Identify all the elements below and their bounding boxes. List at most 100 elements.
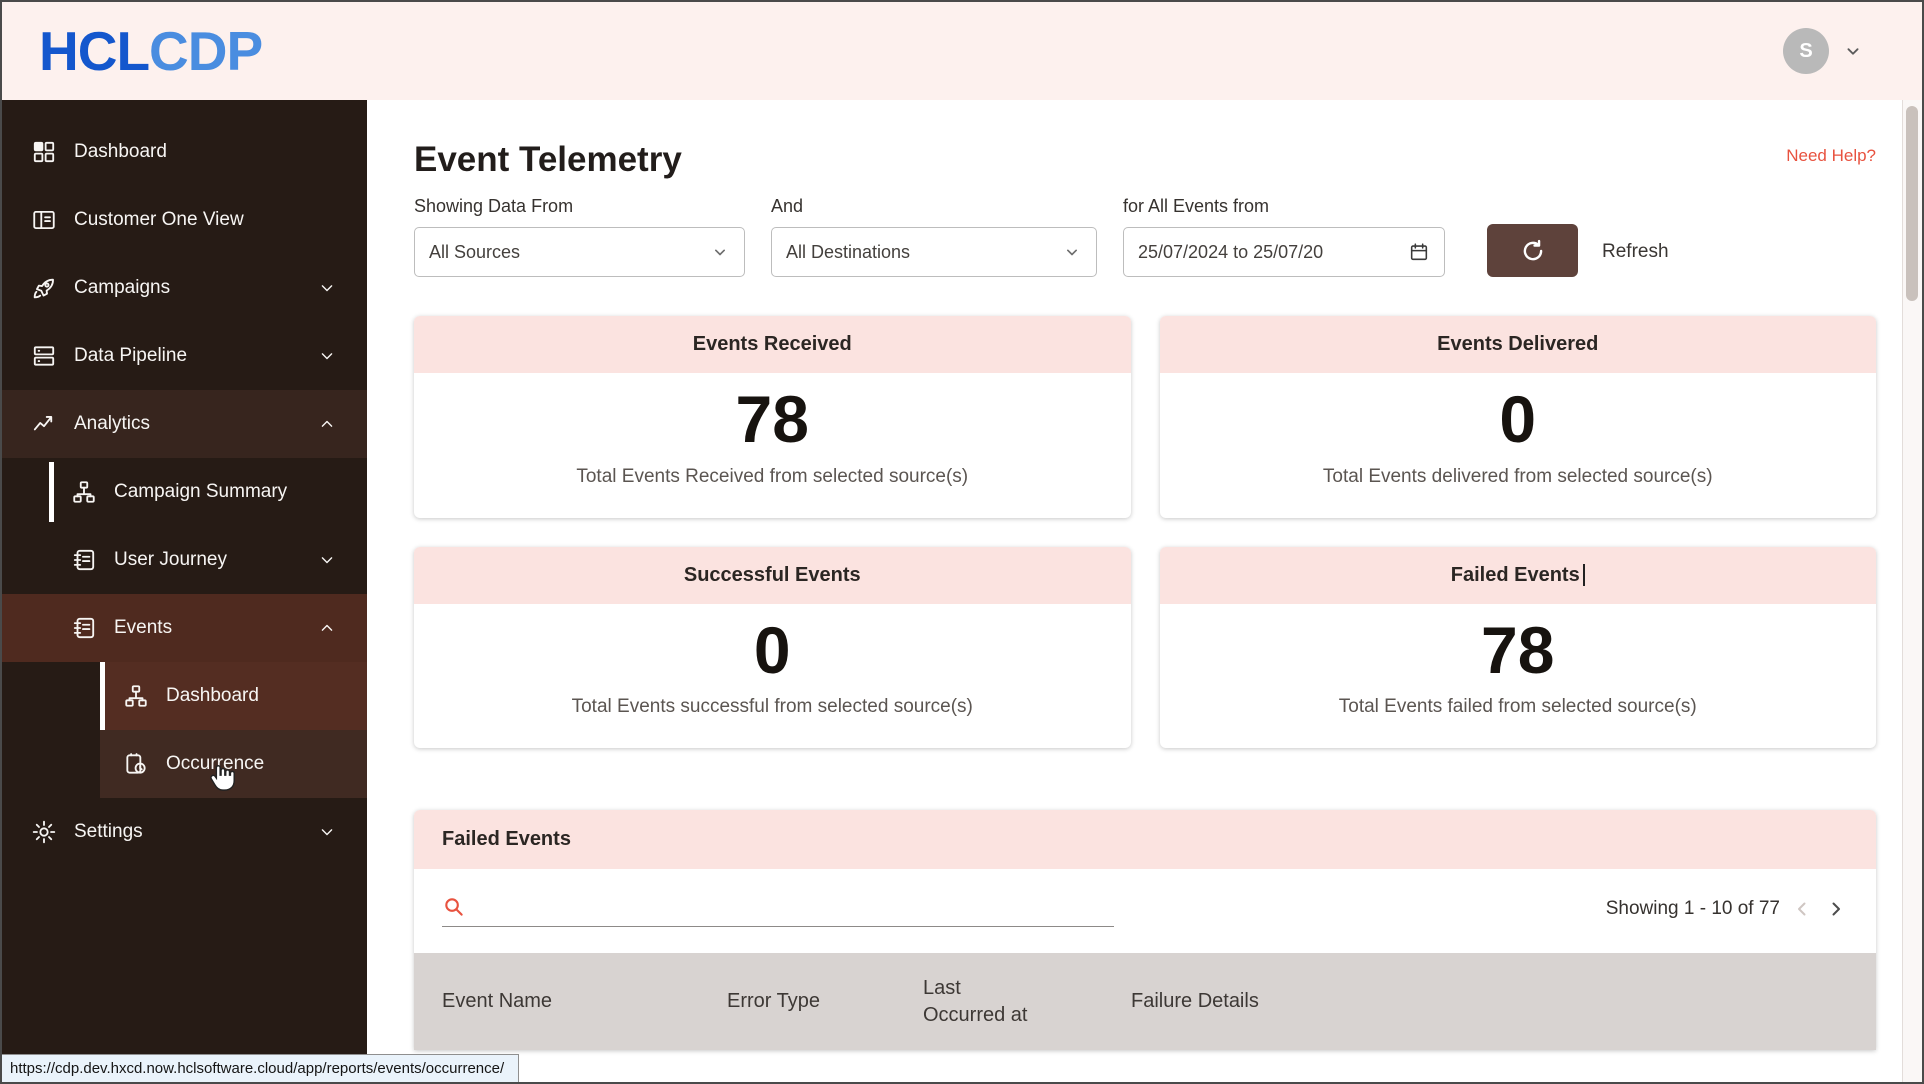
sidebar-item-analytics[interactable]: Analytics [2, 390, 367, 458]
card-value: 0 [1499, 382, 1537, 456]
journal-icon [70, 547, 97, 574]
chevron-down-icon [1067, 249, 1077, 256]
date-filter-group: for All Events from 25/07/2024 to 25/07/… [1123, 196, 1445, 277]
sidebar-item-label: Customer One View [74, 209, 244, 230]
logo-hcl: HCL [39, 19, 150, 82]
text-caret [1582, 564, 1585, 587]
title-row: Event Telemetry Need Help? [414, 140, 1876, 180]
sidebar-item-label: Data Pipeline [74, 345, 188, 366]
card-value: 0 [753, 612, 791, 687]
table-header-row: Event Name Error Type Last Occurred at F… [414, 953, 1876, 1051]
stat-cards: Events Received 78 Total Events Received… [414, 316, 1876, 749]
stat-card-failed-events: Failed Events 78 Total Events failed fro… [1159, 546, 1876, 749]
destination-filter-group: And All Destinations [771, 196, 1097, 277]
sidebar-item-campaigns[interactable]: Campaigns [2, 254, 367, 322]
app-logo: HCL CDP [39, 19, 263, 82]
card-caption: Total Events failed from selected source… [1338, 696, 1697, 718]
pagination: Showing 1 - 10 of 77 [1606, 897, 1848, 927]
sidebar-item-label: Dashboard [166, 685, 259, 706]
card-caption: Total Events Received from selected sour… [576, 465, 969, 487]
header-user-area: S [1783, 28, 1864, 74]
settings-gear-icon [30, 819, 57, 846]
card-title: Successful Events [414, 546, 1131, 604]
sidebar-item-customer-one-view[interactable]: Customer One View [2, 186, 367, 254]
status-bar-url: https://cdp.dev.hxcd.now.hclsoftware.clo… [10, 1060, 505, 1077]
chevron-up-icon [317, 618, 337, 638]
dashboard-grid-icon [30, 139, 57, 166]
calendar-icon [1410, 243, 1428, 261]
and-filter-label: And [771, 196, 804, 216]
column-header-event-name: Event Name [442, 990, 553, 1013]
date-range-input[interactable]: 25/07/2024 to 25/07/20 [1123, 227, 1445, 277]
sidebar-item-label: Events [114, 617, 173, 638]
pagination-prev-icon[interactable] [1790, 897, 1814, 921]
sidebar: Dashboard Customer One View Campaigns Da… [2, 100, 367, 1082]
app-window: HCL CDP S Dashboard Customer One View Ca… [0, 0, 1924, 1084]
sidebar-item-label: Settings [74, 821, 143, 842]
sidebar-item-label: Campaign Summary [114, 481, 288, 502]
sidebar-item-settings[interactable]: Settings [2, 798, 367, 866]
hierarchy-icon [70, 479, 97, 506]
pagination-status: Showing 1 - 10 of 77 [1605, 898, 1780, 920]
card-title: Events Received [414, 316, 1131, 373]
destinations-select-value: All Destinations [786, 241, 911, 262]
need-help-link[interactable]: Need Help? [1786, 146, 1876, 166]
occurrence-clock-icon [122, 751, 149, 778]
analytics-chart-icon [30, 411, 57, 438]
scrollbar-thumb[interactable] [1906, 106, 1918, 301]
sidebar-item-label: Occurrence [166, 753, 265, 774]
pagination-next-icon[interactable] [1824, 897, 1848, 921]
sidebar-item-label: Analytics [74, 413, 151, 434]
sidebar-item-dashboard[interactable]: Dashboard [2, 118, 367, 186]
failed-events-panel-body: Showing 1 - 10 of 77 [414, 869, 1876, 928]
events-from-label: for All Events from [1123, 196, 1270, 216]
campaigns-rocket-icon [30, 275, 57, 302]
card-caption: Total Events delivered from selected sou… [1322, 465, 1713, 487]
card-title: Events Delivered [1159, 316, 1876, 373]
stat-card-events-delivered: Events Delivered 0 Total Events delivere… [1159, 316, 1876, 518]
refresh-label: Refresh [1602, 241, 1669, 262]
app-header: HCL CDP S [2, 2, 1922, 100]
sidebar-item-user-journey[interactable]: User Journey [2, 526, 367, 594]
search-icon [445, 898, 463, 916]
column-header-last-occurred-at: Last Occurred at [923, 976, 1028, 1026]
chevron-up-icon [317, 414, 337, 434]
search-box [442, 895, 1114, 928]
sidebar-item-label: User Journey [114, 549, 227, 570]
source-filter-group: Showing Data From All Sources [414, 196, 745, 277]
sources-select[interactable]: All Sources [414, 227, 745, 277]
sidebar-item-events-dashboard[interactable]: Dashboard [100, 662, 367, 730]
sidebar-item-label: Campaigns [74, 277, 171, 298]
hierarchy-icon [122, 683, 149, 710]
scrollbar[interactable] [1902, 100, 1922, 1082]
sidebar-item-events[interactable]: Events [2, 594, 367, 662]
chevron-down-icon [317, 346, 337, 366]
user-menu-chevron-down-icon[interactable] [1842, 40, 1864, 62]
search-input[interactable] [475, 895, 1114, 919]
logo-cdp: CDP [149, 19, 263, 82]
journal-icon [70, 615, 97, 642]
destinations-select[interactable]: All Destinations [771, 227, 1097, 277]
stat-card-successful-events: Successful Events 0 Total Events success… [414, 546, 1131, 749]
chevron-down-icon [715, 249, 725, 256]
column-header-error-type: Error Type [727, 990, 820, 1013]
data-pipeline-icon [30, 343, 57, 370]
date-range-value: 25/07/2024 to 25/07/20 [1138, 241, 1324, 262]
page-title: Event Telemetry [414, 140, 682, 179]
card-title: Failed Events [1159, 546, 1876, 604]
column-header-failure-details: Failure Details [1131, 990, 1259, 1013]
sidebar-item-label: Dashboard [74, 141, 167, 162]
sidebar-item-data-pipeline[interactable]: Data Pipeline [2, 322, 367, 390]
stat-card-events-received: Events Received 78 Total Events Received… [414, 316, 1131, 518]
chevron-down-icon [317, 550, 337, 570]
failed-events-panel: Failed Events Showing 1 - 10 of 77 Event… [414, 810, 1876, 1051]
sources-select-value: All Sources [429, 241, 521, 262]
card-caption: Total Events successful from selected so… [571, 696, 973, 718]
sidebar-item-campaign-summary[interactable]: Campaign Summary [2, 458, 367, 526]
refresh-button[interactable] [1487, 224, 1578, 277]
card-value: 78 [735, 382, 809, 456]
sidebar-item-occurrence[interactable]: Occurrence [100, 730, 367, 798]
avatar[interactable]: S [1783, 28, 1829, 74]
table-toolbar: Showing 1 - 10 of 77 [442, 895, 1848, 928]
source-filter-label: Showing Data From [414, 196, 574, 216]
